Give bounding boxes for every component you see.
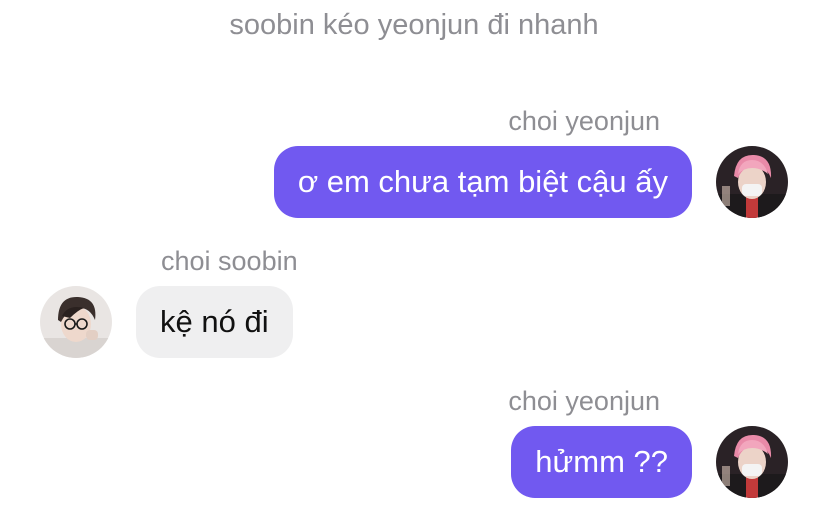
message-text: kệ nó đi — [160, 304, 269, 339]
user-avatar[interactable] — [716, 426, 788, 498]
system-message: soobin kéo yeonjun đi nhanh — [229, 9, 599, 41]
sender-name: choi soobin — [161, 246, 298, 276]
user-avatar[interactable] — [40, 286, 112, 358]
sender-name: choi yeonjun — [508, 106, 660, 136]
message-bubble-incoming[interactable]: kệ nó đi — [136, 286, 293, 358]
pink-hair-avatar-icon — [716, 426, 788, 498]
user-avatar[interactable] — [716, 146, 788, 218]
sender-name: choi yeonjun — [508, 386, 660, 416]
pink-hair-avatar-icon — [716, 146, 788, 218]
message-bubble-outgoing[interactable]: hửmm ?? — [511, 426, 692, 498]
message-text: ơ em chưa tạm biệt cậu ấy — [297, 164, 668, 199]
message-text: hửmm ?? — [535, 444, 668, 479]
glasses-avatar-icon — [40, 286, 112, 358]
message-bubble-outgoing[interactable]: ơ em chưa tạm biệt cậu ấy — [273, 146, 692, 218]
